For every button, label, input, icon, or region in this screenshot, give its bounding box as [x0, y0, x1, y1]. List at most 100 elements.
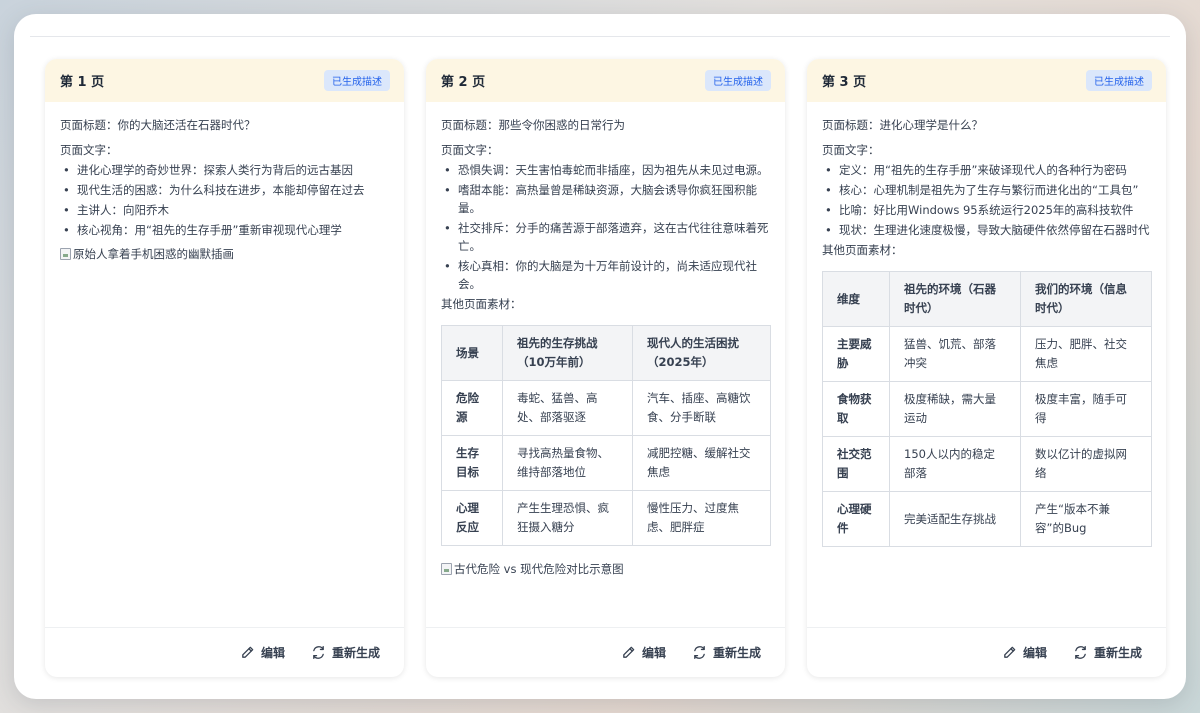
table-row: 社交范围 150人以内的稳定部落 数以亿计的虚拟网络 [822, 436, 1152, 492]
regenerate-label: 重新生成 [331, 646, 380, 660]
table-cell: 危险源 [441, 380, 503, 436]
list-item: 进化心理学的奇妙世界：探索人类行为背后的远古基因 [60, 161, 390, 179]
materials-label: 其他页面素材： [441, 297, 522, 311]
card-footer: 编辑 重新生成 [426, 627, 785, 677]
card-body: 页面标题：那些令你困惑的日常行为 页面文字： 恐惧失调：天生害怕毒蛇而非插座，因… [426, 102, 785, 627]
regenerate-button[interactable]: 重新生成 [692, 644, 761, 661]
table-cell: 压力、肥胖、社交焦虑 [1020, 326, 1152, 382]
table-cell: 完美适配生存挑战 [889, 491, 1021, 547]
table-row: 主要威胁 猛兽、饥荒、部落冲突 压力、肥胖、社交焦虑 [822, 326, 1152, 382]
list-item: 现状：生理进化速度极慢，导致大脑硬件依然停留在石器时代 [822, 221, 1152, 239]
edit-button[interactable]: 编辑 [621, 644, 666, 661]
image-alt-text: 原始人拿着手机困惑的幽默插画 [73, 247, 234, 261]
comparison-table: 场景 祖先的生存挑战（10万年前） 现代人的生活困扰（2025年） 危险源 毒蛇… [441, 325, 771, 546]
table-row: 心理反应 产生生理恐惧、疯狂摄入糖分 慢性压力、过度焦虑、肥胖症 [441, 490, 771, 546]
table-cell: 毒蛇、猛兽、高处、部落驱逐 [502, 380, 633, 436]
list-item: 社交排斥：分手的痛苦源于部落遗弃，这在古代往往意味着死亡。 [441, 219, 771, 255]
list-item: 现代生活的困惑：为什么科技在进步，本能却停留在过去 [60, 181, 390, 199]
table-header: 维度 [822, 271, 890, 327]
status-badge: 已生成描述 [324, 70, 390, 91]
pencil-icon [1004, 646, 1016, 658]
card-title: 第 1 页 [60, 75, 105, 90]
divider [30, 36, 1170, 37]
card-body: 页面标题：你的大脑还活在石器时代？ 页面文字： 进化心理学的奇妙世界：探索人类行… [45, 102, 404, 627]
page-card-3: 第 3 页 已生成描述 页面标题：进化心理学是什么？ 页面文字： 定义：用“祖先… [807, 59, 1166, 677]
table-cell: 数以亿计的虚拟网络 [1020, 436, 1152, 492]
table-header: 现代人的生活困扰（2025年） [632, 325, 771, 381]
regenerate-button[interactable]: 重新生成 [1073, 644, 1142, 661]
table-cell: 食物获取 [822, 381, 890, 437]
card-footer: 编辑 重新生成 [807, 627, 1166, 677]
status-badge: 已生成描述 [705, 70, 771, 91]
table-row: 生存目标 寻找高热量食物、维持部落地位 减肥控糖、缓解社交焦虑 [441, 435, 771, 491]
table-cell: 150人以内的稳定部落 [889, 436, 1021, 492]
card-footer: 编辑 重新生成 [45, 627, 404, 677]
broken-image-icon [441, 563, 452, 575]
edit-label: 编辑 [1022, 646, 1047, 660]
table-cell: 主要威胁 [822, 326, 890, 382]
page-text-label: 页面文字： [822, 143, 880, 157]
card-title: 第 3 页 [822, 75, 867, 90]
card-header: 第 2 页 已生成描述 [426, 59, 785, 102]
list-item: 嗜甜本能：高热量曾是稀缺资源，大脑会诱导你疯狂囤积能量。 [441, 181, 771, 217]
page-title-text: 页面标题：你的大脑还活在石器时代？ [60, 118, 256, 132]
list-item: 定义：用“祖先的生存手册”来破译现代人的各种行为密码 [822, 161, 1152, 179]
list-item: 核心：心理机制是祖先为了生存与繁衍而进化出的“工具包” [822, 181, 1152, 199]
table-cell: 极度稀缺，需大量运动 [889, 381, 1021, 437]
table-cell: 生存目标 [441, 435, 503, 491]
table-cell: 心理硬件 [822, 491, 890, 547]
page-text-label: 页面文字： [441, 143, 499, 157]
table-header-row: 场景 祖先的生存挑战（10万年前） 现代人的生活困扰（2025年） [441, 325, 771, 381]
table-header: 祖先的环境（石器时代） [889, 271, 1021, 327]
refresh-icon [313, 646, 324, 659]
card-title: 第 2 页 [441, 75, 486, 90]
table-header: 我们的环境（信息时代） [1020, 271, 1152, 327]
refresh-icon [1075, 646, 1086, 659]
pencil-icon [623, 646, 635, 658]
bullet-list: 进化心理学的奇妙世界：探索人类行为背后的远古基因 现代生活的困惑：为什么科技在进… [60, 161, 390, 239]
card-header: 第 1 页 已生成描述 [45, 59, 404, 102]
table-cell: 极度丰富，随手可得 [1020, 381, 1152, 437]
regenerate-button[interactable]: 重新生成 [311, 644, 380, 661]
edit-label: 编辑 [260, 646, 285, 660]
table-cell: 产生“版本不兼容”的Bug [1020, 491, 1152, 547]
list-item: 主讲人：向阳乔木 [60, 201, 390, 219]
page-card-1: 第 1 页 已生成描述 页面标题：你的大脑还活在石器时代？ 页面文字： 进化心理… [45, 59, 404, 677]
table-cell: 心理反应 [441, 490, 503, 546]
page-card-2: 第 2 页 已生成描述 页面标题：那些令你困惑的日常行为 页面文字： 恐惧失调：… [426, 59, 785, 677]
table-header: 场景 [441, 325, 503, 381]
table-header-row: 维度 祖先的环境（石器时代） 我们的环境（信息时代） [822, 271, 1152, 327]
table-row: 心理硬件 完美适配生存挑战 产生“版本不兼容”的Bug [822, 491, 1152, 547]
status-badge: 已生成描述 [1086, 70, 1152, 91]
image-alt-text: 古代危险 vs 现代危险对比示意图 [454, 562, 624, 576]
broken-image: 古代危险 vs 现代危险对比示意图 [441, 560, 771, 578]
edit-button[interactable]: 编辑 [1002, 644, 1047, 661]
table-cell: 减肥控糖、缓解社交焦虑 [632, 435, 771, 491]
broken-image: 原始人拿着手机困惑的幽默插画 [60, 245, 390, 263]
bullet-list: 定义：用“祖先的生存手册”来破译现代人的各种行为密码 核心：心理机制是祖先为了生… [822, 161, 1152, 239]
list-item: 核心真相：你的大脑是为十万年前设计的，尚未适应现代社会。 [441, 257, 771, 293]
table-header: 祖先的生存挑战（10万年前） [502, 325, 633, 381]
materials-label: 其他页面素材： [822, 243, 903, 257]
page-title-text: 页面标题：进化心理学是什么？ [822, 118, 983, 132]
table-cell: 汽车、插座、高糖饮食、分手断联 [632, 380, 771, 436]
table-row: 危险源 毒蛇、猛兽、高处、部落驱逐 汽车、插座、高糖饮食、分手断联 [441, 380, 771, 436]
list-item: 恐惧失调：天生害怕毒蛇而非插座，因为祖先从未见过电源。 [441, 161, 771, 179]
main-panel: 第 1 页 已生成描述 页面标题：你的大脑还活在石器时代？ 页面文字： 进化心理… [14, 14, 1186, 699]
page-text-label: 页面文字： [60, 143, 118, 157]
comparison-table: 维度 祖先的环境（石器时代） 我们的环境（信息时代） 主要威胁 猛兽、饥荒、部落… [822, 271, 1152, 547]
pencil-icon [242, 646, 254, 658]
card-header: 第 3 页 已生成描述 [807, 59, 1166, 102]
table-cell: 寻找高热量食物、维持部落地位 [502, 435, 633, 491]
broken-image-icon [60, 248, 71, 260]
table-cell: 猛兽、饥荒、部落冲突 [889, 326, 1021, 382]
table-cell: 产生生理恐惧、疯狂摄入糖分 [502, 490, 633, 546]
list-item: 核心视角：用“祖先的生存手册”重新审视现代心理学 [60, 221, 390, 239]
bullet-list: 恐惧失调：天生害怕毒蛇而非插座，因为祖先从未见过电源。 嗜甜本能：高热量曾是稀缺… [441, 161, 771, 293]
edit-button[interactable]: 编辑 [240, 644, 285, 661]
card-body: 页面标题：进化心理学是什么？ 页面文字： 定义：用“祖先的生存手册”来破译现代人… [807, 102, 1166, 627]
edit-label: 编辑 [641, 646, 666, 660]
table-cell: 慢性压力、过度焦虑、肥胖症 [632, 490, 771, 546]
refresh-icon [694, 646, 705, 659]
regenerate-label: 重新生成 [1093, 646, 1142, 660]
